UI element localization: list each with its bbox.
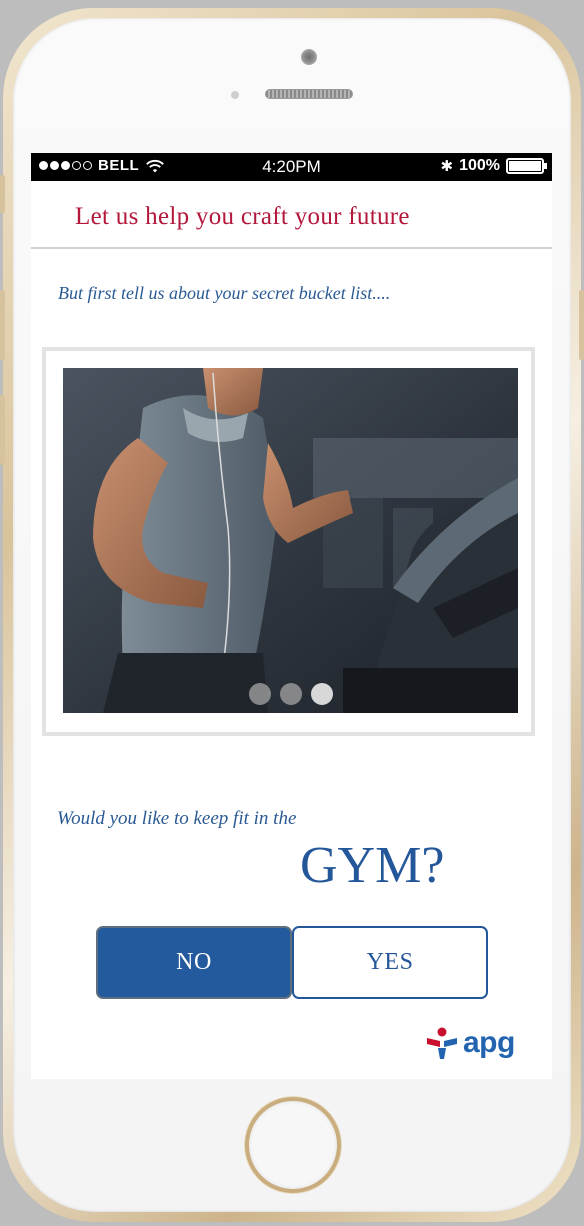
status-right: ✱ 100% <box>440 157 547 175</box>
carousel-dot-2[interactable] <box>279 683 302 705</box>
home-button[interactable] <box>245 1097 341 1193</box>
activity-name: GYM? <box>300 837 445 894</box>
apg-logo-icon <box>427 1027 457 1059</box>
page-title: Let us help you craft your future <box>75 203 410 230</box>
mute-switch <box>0 175 5 213</box>
yes-button[interactable]: YES <box>292 926 488 999</box>
brand-logo: apg <box>425 1026 515 1060</box>
battery-percentage: 100% <box>459 157 500 174</box>
bluetooth-icon: ✱ <box>440 158 454 175</box>
earpiece-speaker <box>265 89 353 99</box>
status-bar: BELL 4:20PM ✱ 100% <box>31 153 552 181</box>
app-screen: BELL 4:20PM ✱ 100% Let us help you craft… <box>31 153 552 1079</box>
volume-up-button <box>0 290 5 360</box>
question-prompt: Would you like to keep fit in the <box>57 808 297 829</box>
carousel-image[interactable] <box>63 368 518 713</box>
carousel-dot-3[interactable] <box>310 683 333 705</box>
intro-text: But first tell us about your secret buck… <box>58 283 391 303</box>
image-carousel[interactable] <box>42 347 535 736</box>
no-button[interactable]: NO <box>96 926 292 999</box>
volume-down-button <box>0 395 5 465</box>
front-camera <box>301 49 317 65</box>
gym-runner-photo <box>63 368 518 713</box>
power-button <box>579 290 584 360</box>
brand-name: apg <box>463 1026 515 1059</box>
battery-icon <box>506 158 547 174</box>
app-header: Let us help you craft your future <box>31 181 552 249</box>
carousel-dot-1[interactable] <box>248 683 271 705</box>
carousel-pagination <box>63 683 518 705</box>
proximity-sensor <box>231 91 239 99</box>
